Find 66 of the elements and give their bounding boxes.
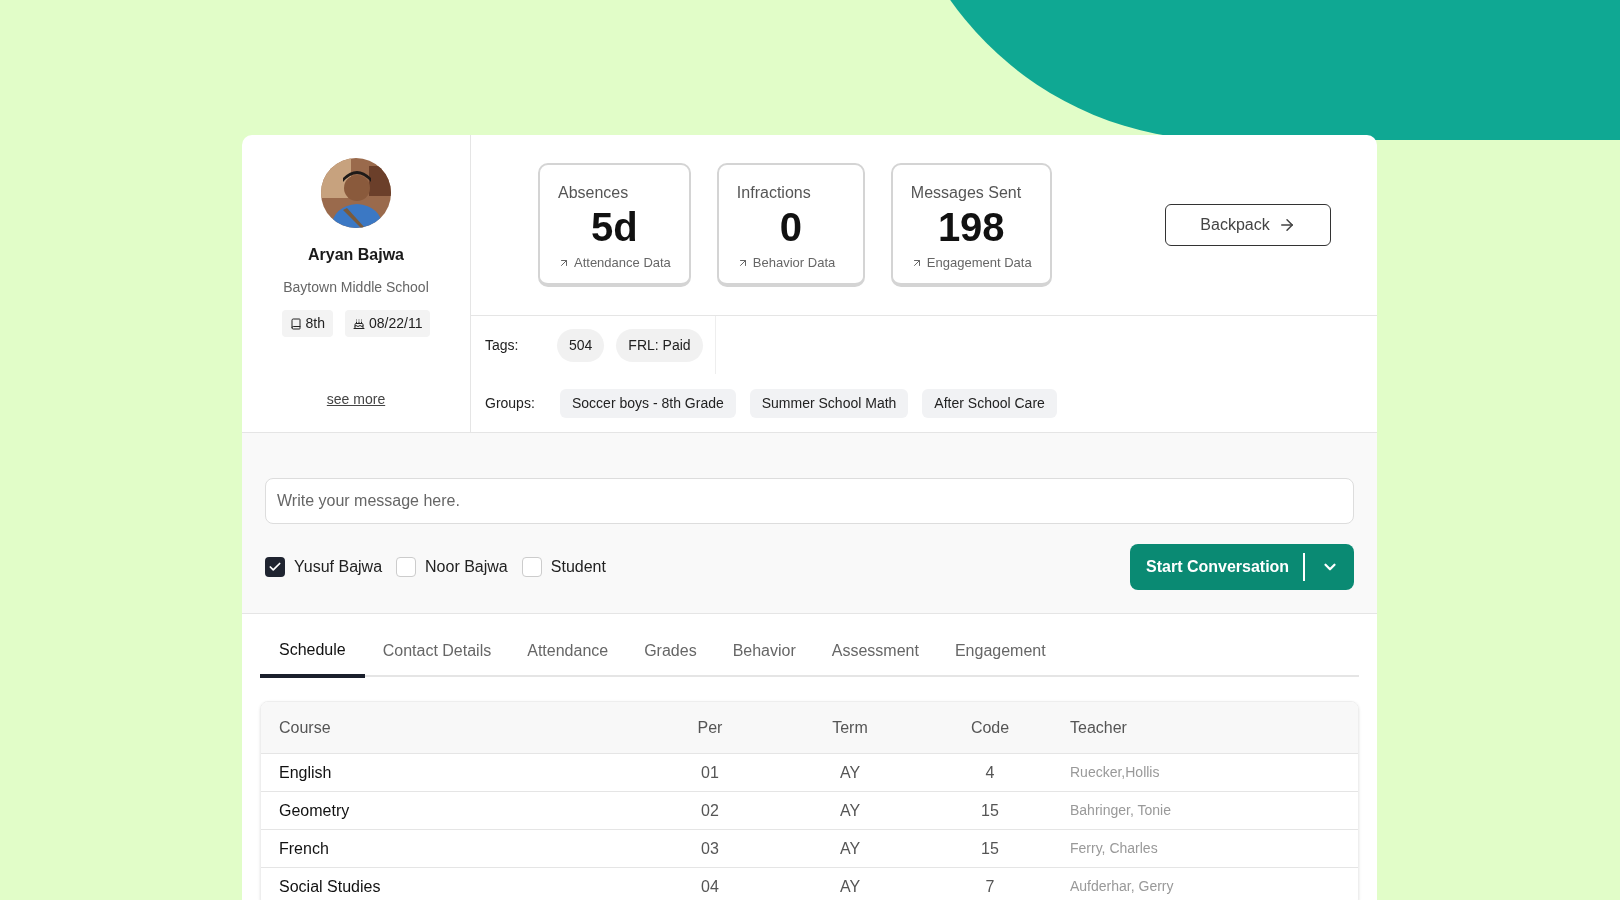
table-cell-text: Ruecker,Hollis [1069, 763, 1161, 782]
stat-link[interactable]: Engagement Data [910, 253, 1032, 273]
column-header: Per [696, 717, 724, 738]
tab[interactable]: Contact Details [364, 634, 510, 675]
table-cell-text: Bahringer, Tonie [1069, 801, 1172, 820]
tag: 504 [557, 328, 605, 362]
recipient-name: Noor Bajwa [425, 557, 508, 577]
table-cell-text: 15 [980, 800, 1000, 821]
table-cell-text: AY [838, 800, 862, 821]
table-cell-text: Ferry, Charles [1069, 839, 1159, 858]
column-header: Course [279, 717, 332, 738]
stat-link[interactable]: Attendance Data [558, 253, 671, 273]
column-header: Teacher [1069, 717, 1128, 738]
table-cell-text: AY [838, 762, 862, 783]
stat-value: 5d [590, 205, 639, 250]
book-icon [289, 317, 302, 330]
table-cell-text: 7 [984, 876, 996, 897]
table-cell-text: Aufderhar, Gerry [1069, 877, 1175, 896]
tab[interactable]: Schedule [260, 634, 365, 678]
checkbox[interactable] [521, 557, 542, 577]
message-field[interactable]: Write your message here. [265, 478, 1354, 524]
stat-label: Absences [558, 183, 630, 204]
check-icon [268, 560, 282, 574]
column-header: Term [831, 717, 869, 738]
tab[interactable]: Engagement [936, 634, 1064, 675]
table-cell-text: AY [838, 838, 862, 859]
recipient-name: Yusuf Bajwa [294, 557, 383, 577]
student-name: Aryan Bajwa [307, 245, 404, 265]
tags-label: Tags: [485, 335, 520, 355]
group-tag: Summer School Math [749, 388, 909, 418]
checkbox[interactable] [396, 557, 417, 577]
cake-icon [353, 317, 365, 330]
tab[interactable]: Behavior [714, 634, 814, 675]
stat-value: 0 [778, 205, 803, 250]
groups-label: Groups: [485, 393, 536, 413]
recipient-name: Student [550, 557, 606, 577]
group-tag: After School Care [922, 388, 1057, 418]
table-cell-text: English [279, 762, 333, 783]
table-cell-text: 02 [700, 800, 720, 821]
see-more-link[interactable]: see more [326, 389, 386, 410]
table-cell-text: 03 [700, 838, 720, 859]
tag: FRL: Paid [616, 328, 703, 362]
stat-value: 198 [936, 205, 1006, 250]
stat-label: Infractions [736, 183, 812, 204]
start-conversation-button[interactable]: Start Conversation [1130, 544, 1354, 590]
birthday-badge: 08/22/11 [345, 310, 431, 337]
school-name: Baytown Middle School [283, 278, 429, 297]
grade-badge: 8th [281, 310, 333, 337]
table-cell-text: Geometry [279, 800, 351, 821]
table-cell-text: 15 [980, 838, 1000, 859]
table-cell-text: 04 [700, 876, 720, 897]
table-cell-text: French [279, 838, 330, 859]
table-cell-text: Social Studies [279, 876, 382, 897]
table-cell-text: 4 [984, 762, 996, 783]
tab[interactable]: Attendance [509, 634, 627, 675]
tab[interactable]: Grades [626, 634, 715, 675]
table-cell-text: AY [838, 876, 862, 897]
checkbox[interactable] [265, 557, 285, 577]
stat-label: Messages Sent [910, 183, 1023, 204]
backpack-button[interactable]: Backpack [1165, 204, 1331, 247]
column-header: Code [969, 717, 1011, 738]
table-cell-text: 01 [700, 762, 720, 783]
group-tag: Soccer boys - 8th Grade [560, 388, 736, 418]
tab[interactable]: Assessment [813, 634, 937, 675]
start-conversation-label[interactable]: Start Conversation [1130, 555, 1290, 579]
stat-link[interactable]: Behavior Data [736, 253, 845, 273]
